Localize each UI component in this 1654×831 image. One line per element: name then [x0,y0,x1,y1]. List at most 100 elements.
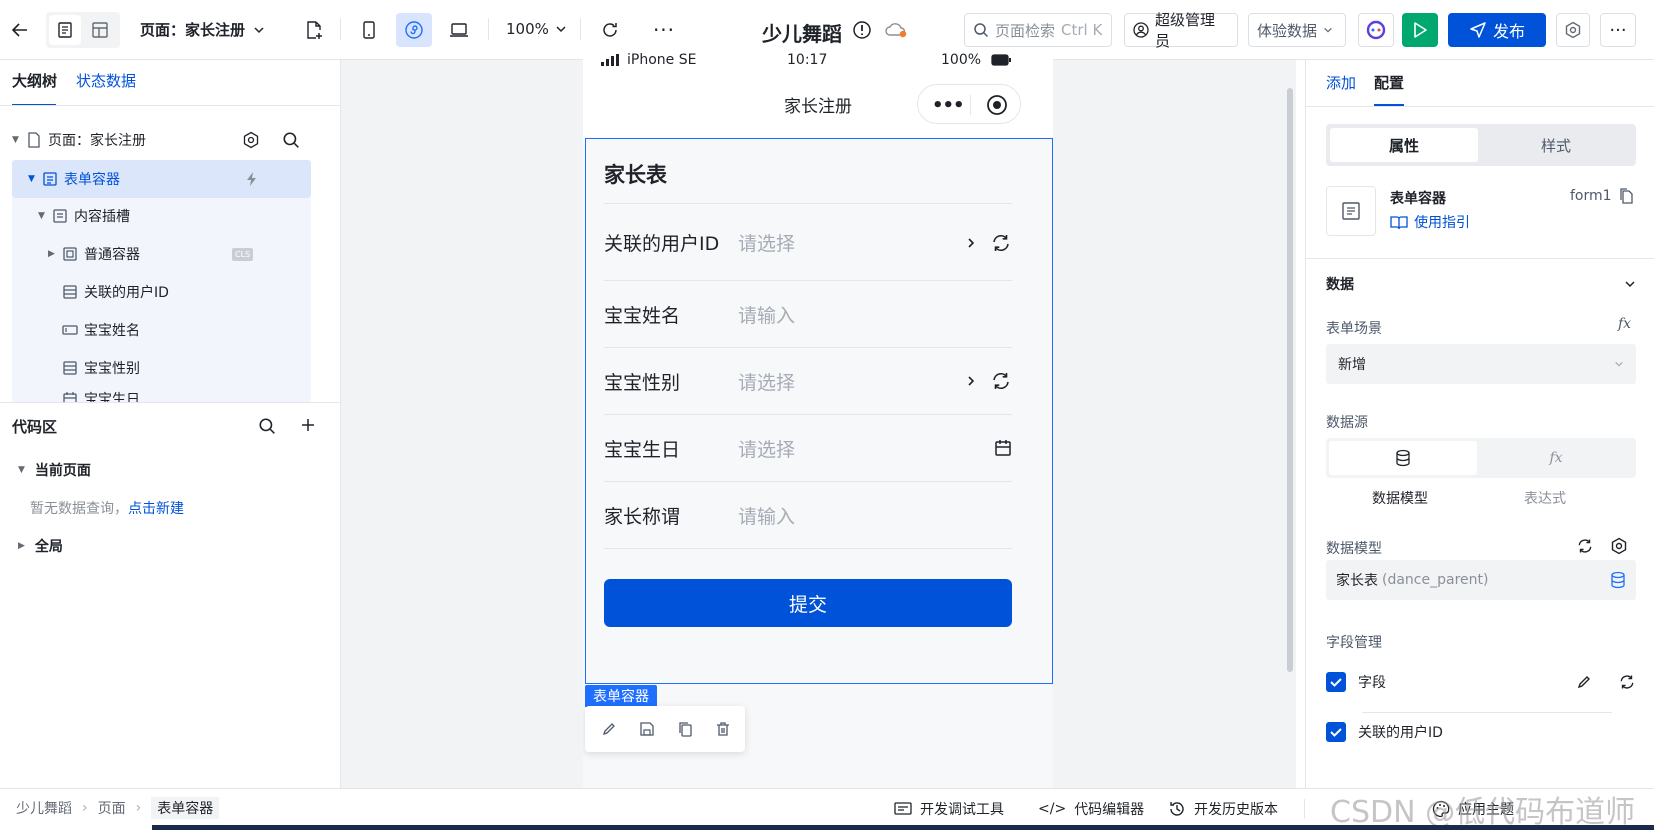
tree-node-field[interactable]: 宝宝性别 [12,350,311,386]
canvas-scrollbar[interactable] [1287,88,1293,672]
tab-state-data[interactable]: 状态数据 [76,70,136,91]
close-capsule-icon[interactable] [986,94,1008,116]
edit-icon[interactable] [601,721,617,737]
code-current-page[interactable]: ▼ 当前页面 [18,460,91,480]
add-page-icon[interactable] [300,16,328,44]
back-arrow-icon[interactable] [6,16,34,44]
tree-node-label: 表单容器 [64,172,120,188]
zoom-selector[interactable]: 100% [506,20,567,38]
tree-node-form-container[interactable]: ▼ 表单容器 [12,160,311,198]
checkbox-checked-icon[interactable] [1326,672,1346,692]
save-icon[interactable] [639,721,655,737]
cloud-sync-icon[interactable] [882,18,910,42]
layout-view-icon[interactable] [84,15,116,45]
tab-add[interactable]: 添加 [1326,72,1356,93]
select-field-icon [62,284,78,300]
submit-button[interactable]: 提交 [604,579,1012,627]
miniprogram-device-icon[interactable] [396,13,432,47]
desktop-device-icon[interactable] [442,14,476,46]
refresh-icon[interactable] [1576,537,1594,555]
tree-node-container[interactable]: ▶ 普通容器 CLS [12,236,311,272]
search-shortcut: Ctrl K [1061,21,1103,39]
form-container[interactable]: 家长表 关联的用户ID 请选择 宝宝姓名 请输入 宝宝性别 请选择 宝宝生日 请… [585,138,1053,684]
form-field-baby-birthday[interactable]: 宝宝生日 请选择 [604,415,1012,482]
breadcrumb-app[interactable]: 少儿舞蹈 [16,798,72,818]
dev-tools-button[interactable]: 开发调试工具 [894,799,1004,819]
right-panel: 添加 配置 属性 样式 表单容器 使用指引 form1 数据 表单场景 fx 新… [1305,60,1654,788]
page-view-icon[interactable] [49,15,81,45]
role-button[interactable]: 超级管理员 [1124,11,1238,50]
data-model-option-label: 数据模型 [1372,491,1428,507]
carrier: iPhone SE [627,52,697,68]
refresh-icon[interactable] [1618,673,1636,691]
expression-option[interactable]: fx [1482,441,1630,475]
lightning-icon[interactable] [244,171,260,187]
phone-header: iPhone SE 10:17 100% 家长注册 ••• [583,52,1053,137]
data-mode-select[interactable]: 体验数据 [1248,13,1346,47]
history-icon [1168,800,1186,818]
status-bar: iPhone SE 10:17 100% [601,52,1031,68]
ai-assistant-button[interactable] [1358,13,1394,47]
publish-button[interactable]: 发布 [1448,13,1546,47]
form-field-baby-name[interactable]: 宝宝姓名 请输入 [604,281,1012,348]
delete-icon[interactable] [715,721,731,737]
segment-style[interactable]: 样式 [1482,128,1630,162]
data-model-option[interactable] [1329,441,1477,475]
more-icon[interactable]: ··· [650,16,678,44]
edit-icon[interactable] [1576,674,1592,690]
fx-icon[interactable]: fx [1618,316,1631,332]
refresh-icon[interactable] [990,232,1012,254]
zoom-value: 100% [506,20,549,38]
copy-icon[interactable] [677,721,693,737]
field-placeholder: 请输入 [738,505,796,528]
copy-icon[interactable] [1618,188,1634,204]
segment-properties[interactable]: 属性 [1330,128,1478,162]
component-id: form1 [1570,188,1634,204]
calendar-icon[interactable] [994,439,1012,457]
current-page-label: 当前页面 [34,463,91,479]
mobile-device-icon[interactable] [352,14,386,46]
gear-icon[interactable] [1610,537,1628,555]
checkbox-checked-icon[interactable] [1326,722,1346,742]
app-title: 少儿舞蹈 [762,22,842,46]
form-scene-value: 新增 [1338,357,1366,373]
page-selector[interactable]: 页面：家长注册 [140,19,265,40]
more-menu-button[interactable]: ··· [1600,13,1636,47]
plus-icon[interactable] [300,417,316,433]
history-button[interactable]: 开发历史版本 [1168,799,1278,819]
tree-node-field[interactable]: 关联的用户ID [12,274,311,310]
breadcrumb-page[interactable]: 页面 [98,798,126,818]
tree-node-field[interactable]: 宝宝生日 [12,384,311,402]
form-scene-select[interactable]: 新增 [1326,344,1636,384]
form-field-parent-title[interactable]: 家长称谓 请输入 [604,482,1012,549]
preview-button[interactable] [1402,13,1438,47]
code-editor-button[interactable]: </> 代码编辑器 [1038,799,1144,819]
search-icon[interactable] [258,417,276,435]
chevron-right-icon [966,374,976,388]
info-icon[interactable] [850,18,874,42]
breadcrumb-current[interactable]: 表单容器 [151,797,220,819]
caret-down-icon: ▼ [28,174,35,184]
tree-node-field[interactable]: 宝宝姓名 [12,312,311,348]
divider [0,402,340,403]
page-search-input[interactable]: 页面检索 Ctrl K [964,13,1112,47]
settings-button[interactable] [1556,13,1590,47]
create-query-link[interactable]: 点击新建 [128,501,184,517]
search-placeholder: 页面检索 [995,21,1056,40]
tab-outline[interactable]: 大纲树 [12,70,57,91]
refresh-icon[interactable] [596,16,624,44]
divider [1306,258,1654,259]
form-field-baby-gender[interactable]: 宝宝性别 请选择 [604,348,1012,415]
tab-config[interactable]: 配置 [1374,72,1404,93]
usage-guide-link[interactable]: 使用指引 [1390,212,1470,232]
data-model-select[interactable]: 家长表 (dance_parent) [1326,560,1636,600]
code-global[interactable]: ▶ 全局 [18,536,63,556]
gear-icon[interactable] [242,131,260,149]
refresh-icon[interactable] [990,370,1012,392]
form-field-user-id[interactable]: 关联的用户ID 请选择 [604,205,1012,281]
tree-node-page[interactable]: ▼ 页面：家长注册 [12,122,311,158]
search-icon[interactable] [282,131,300,149]
more-dots-icon[interactable]: ••• [932,95,965,116]
tree-node-content-slot[interactable]: ▼ 内容插槽 [12,198,311,234]
section-data-header[interactable]: 数据 [1326,274,1636,294]
